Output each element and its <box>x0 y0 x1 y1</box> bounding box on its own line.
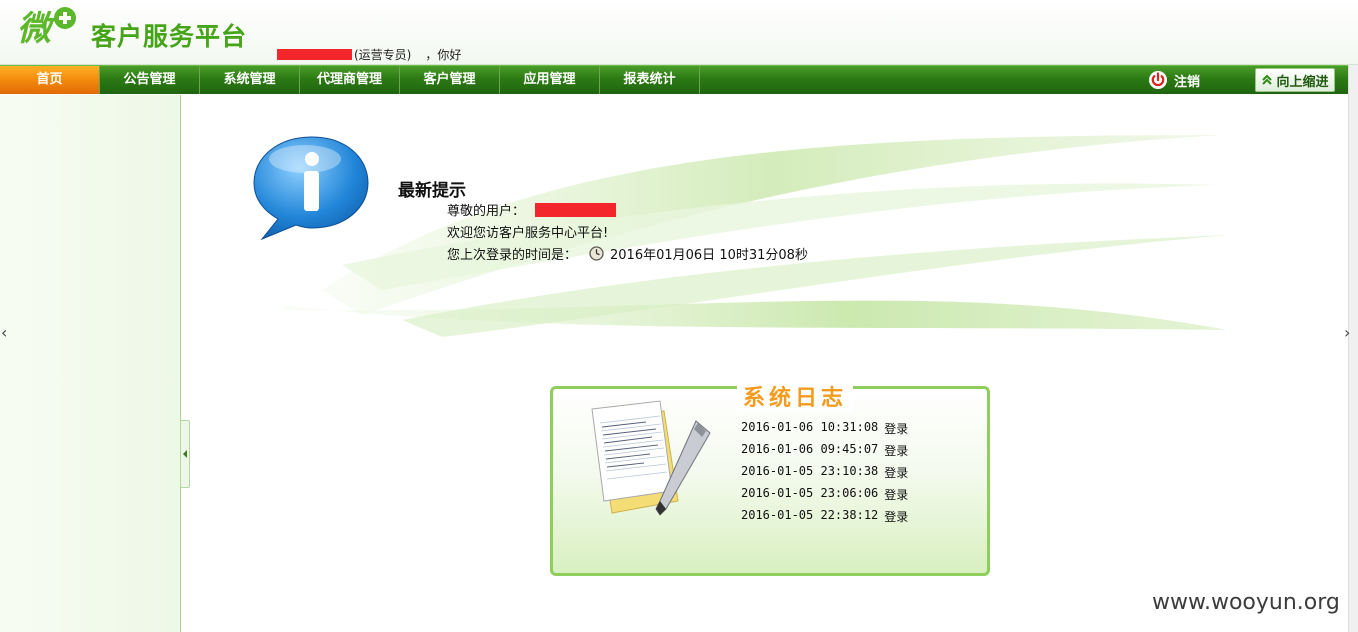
collapse-up-button[interactable]: 向上缩进 <box>1255 68 1335 92</box>
last-login-label: 您上次登录的时间是： <box>447 248 578 263</box>
header: 微 客户服务平台 (运营专员) ，你好 <box>0 0 1358 65</box>
nav-item-announcements[interactable]: 公告管理 <box>100 66 200 94</box>
nav-item-apps[interactable]: 应用管理 <box>500 66 600 94</box>
log-time: 2016-01-06 10:31:08 <box>741 420 879 434</box>
welcome-message: 欢迎您访客户服务中心平台! <box>447 226 609 241</box>
notepad-pen-icon <box>591 400 711 516</box>
collapse-label: 向上缩进 <box>1276 74 1329 90</box>
nav-item-home[interactable]: 首页 <box>0 66 100 94</box>
user-greeting: (运营专员) ，你好 <box>277 46 461 63</box>
nav-item-customers[interactable]: 客户管理 <box>400 66 500 94</box>
log-time: 2016-01-05 23:10:38 <box>741 464 879 478</box>
log-entry: 2016-01-05 22:38:12 登录 <box>741 508 908 530</box>
log-action: 登录 <box>884 444 909 458</box>
system-log-list: 2016-01-06 10:31:08 登录 2016-01-06 09:45:… <box>741 420 908 530</box>
log-time: 2016-01-05 22:38:12 <box>741 508 879 522</box>
log-entry: 2016-01-05 23:06:06 登录 <box>741 486 908 508</box>
page-scrollbar[interactable] <box>1348 0 1358 632</box>
system-log-title: 系统日志 <box>737 380 854 412</box>
logo-glyph: 微 <box>17 9 56 48</box>
last-login-line: 您上次登录的时间是： 2016年01月06日 10时31分08秒 <box>447 244 808 263</box>
power-icon <box>1149 71 1167 89</box>
sidebar-toggle-button[interactable] <box>180 420 190 488</box>
logo-icon: 微 <box>17 7 76 48</box>
nav-item-system[interactable]: 系统管理 <box>200 66 300 94</box>
scroll-right-arrow-icon[interactable]: › <box>1344 323 1354 342</box>
nav-item-agents[interactable]: 代理商管理 <box>300 66 400 94</box>
nav-item-reports[interactable]: 报表统计 <box>600 66 700 94</box>
app-title: 客户服务平台 <box>91 22 248 51</box>
log-action: 登录 <box>884 466 909 480</box>
redacted-username <box>277 49 352 60</box>
main-nav: 首页 公告管理 系统管理 代理商管理 客户管理 应用管理 报表统计 注销 向上缩… <box>0 65 1348 94</box>
log-action: 登录 <box>884 510 909 524</box>
logout-button[interactable]: 注销 <box>1148 69 1200 91</box>
log-time: 2016-01-05 23:06:06 <box>741 486 879 500</box>
last-login-time: 2016年01月06日 10时31分08秒 <box>610 248 808 263</box>
chevron-left-icon <box>183 450 187 458</box>
watermark: www.wooyun.org <box>1152 590 1340 615</box>
sidebar <box>0 95 181 632</box>
log-entry: 2016-01-05 23:10:38 登录 <box>741 464 908 486</box>
log-entry: 2016-01-06 10:31:08 登录 <box>741 420 908 442</box>
info-icon <box>253 136 369 241</box>
double-chevron-up-icon <box>1262 74 1273 85</box>
notice-title: 最新提示 <box>398 181 466 201</box>
log-action: 登录 <box>884 488 909 502</box>
log-time: 2016-01-06 09:45:07 <box>741 442 879 456</box>
logout-label: 注销 <box>1174 74 1201 90</box>
scroll-left-arrow-icon[interactable]: ‹ <box>1 323 11 342</box>
log-entry: 2016-01-06 09:45:07 登录 <box>741 442 908 464</box>
user-role: (运营专员) <box>354 48 412 62</box>
redacted-username <box>535 202 617 217</box>
decorative-swoosh <box>282 135 1230 337</box>
user-label: 尊敬的用户： <box>447 204 526 219</box>
log-action: 登录 <box>884 422 909 436</box>
notice-user-line: 尊敬的用户： <box>447 200 617 219</box>
clock-icon <box>589 246 604 261</box>
greeting-suffix: ，你好 <box>425 48 462 62</box>
